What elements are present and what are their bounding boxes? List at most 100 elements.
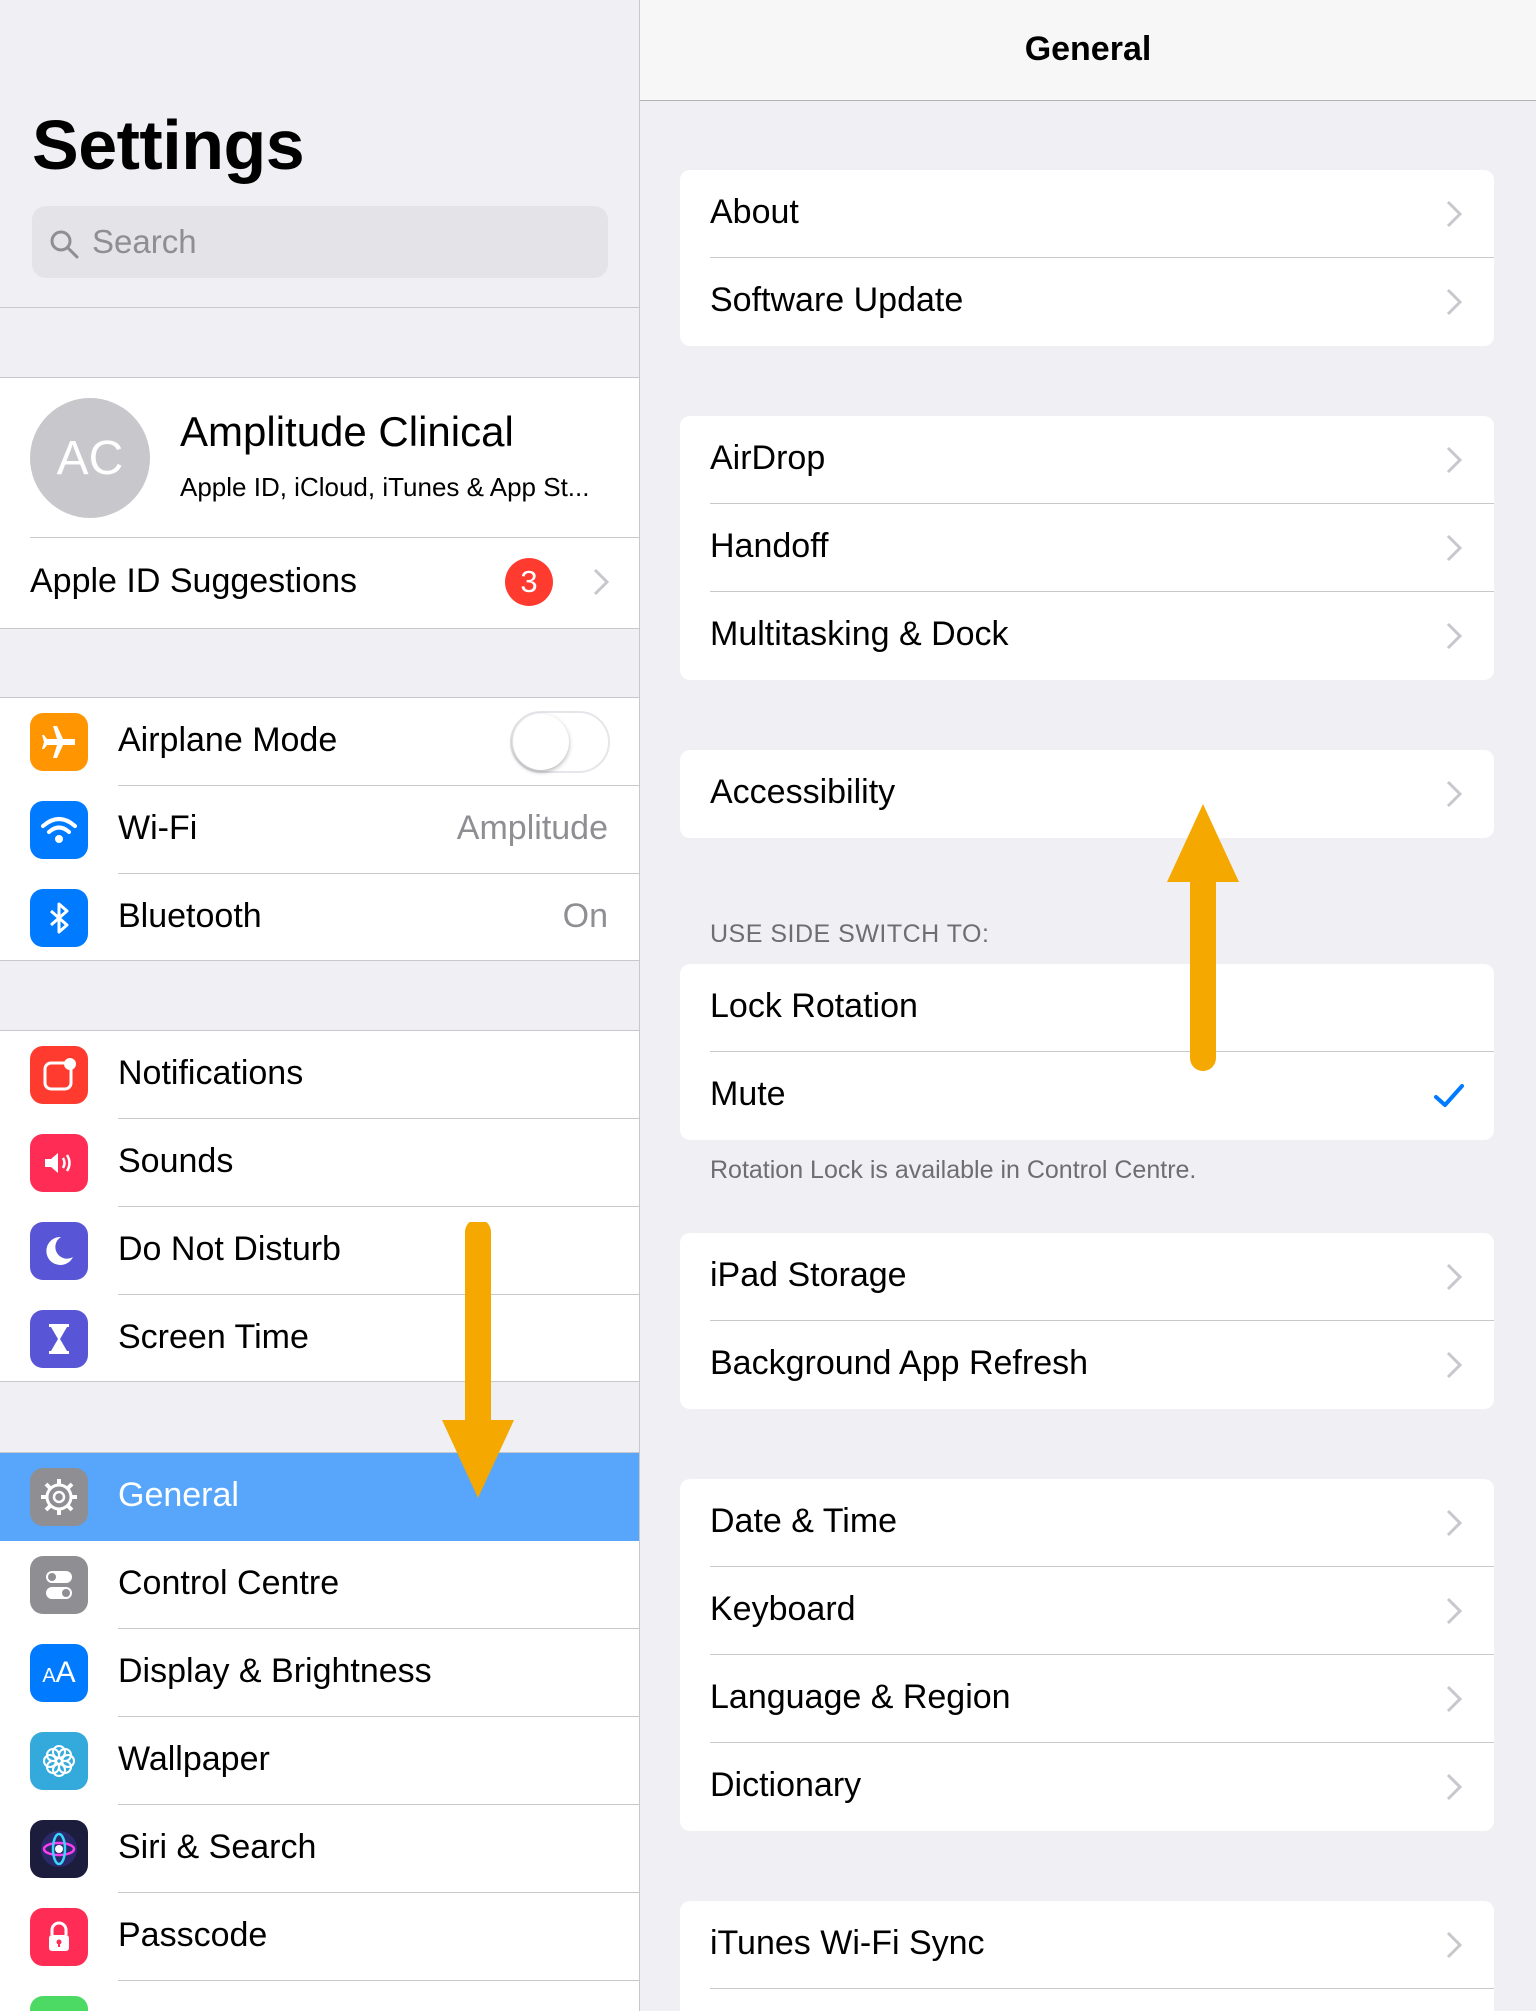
sidebar-item-general[interactable]: General (0, 1453, 640, 1541)
siri-search-label: Siri & Search (118, 1828, 317, 1866)
about-label: About (710, 193, 799, 231)
sidebar-item-screen-time[interactable]: Screen Time (0, 1295, 640, 1383)
annotation-arrow-down (442, 1222, 514, 1498)
about-group: About Software Update (680, 170, 1494, 346)
section-header: USE SIDE SWITCH TO: (710, 920, 990, 948)
sidebar-item-sounds[interactable]: Sounds (0, 1119, 640, 1207)
row-handoff[interactable]: Handoff (680, 504, 1494, 592)
search-placeholder: Search (92, 223, 197, 260)
itunes-wifi-sync-label: iTunes Wi-Fi Sync (710, 1924, 985, 1962)
text-size-icon: AA (30, 1644, 88, 1702)
general-detail-pane: General About Software Update AirDrop Ha… (640, 0, 1536, 2011)
notifications-label: Notifications (118, 1054, 304, 1092)
airdrop-label: AirDrop (710, 439, 826, 477)
search-field[interactable]: Search (32, 206, 608, 278)
row-itunes-wifi-sync[interactable]: iTunes Wi-Fi Sync (680, 1901, 1494, 1989)
sidebar-item-passcode[interactable]: Passcode (0, 1893, 640, 1981)
page-title: Settings (32, 106, 305, 184)
chevron-right-icon (1446, 780, 1463, 808)
annotation-arrow-up (1167, 804, 1239, 1071)
connectivity-group: Airplane Mode Wi-Fi Amplitude Bluetooth … (0, 697, 640, 961)
switches-icon (30, 1556, 88, 1614)
chevron-right-icon (1446, 1685, 1463, 1713)
checkmark-icon (1434, 1084, 1464, 1107)
row-date-time[interactable]: Date & Time (680, 1479, 1494, 1567)
background-app-refresh-label: Background App Refresh (710, 1344, 1089, 1382)
chevron-right-icon (1446, 1351, 1463, 1379)
avatar: AC (30, 398, 150, 518)
general-label: General (118, 1476, 239, 1514)
divider (0, 307, 640, 308)
bluetooth-label: Bluetooth (118, 897, 262, 935)
row-about[interactable]: About (680, 170, 1494, 258)
search-icon (50, 230, 79, 259)
row-accessibility[interactable]: Accessibility (680, 750, 1494, 838)
toggle-knob (513, 714, 569, 770)
hourglass-icon (30, 1310, 88, 1368)
account-subtitle: Apple ID, iCloud, iTunes & App St... (180, 472, 590, 502)
sidebar-item-notifications[interactable]: Notifications (0, 1031, 640, 1119)
sidebar-item-siri-search[interactable]: Siri & Search (0, 1805, 640, 1893)
chevron-right-icon (1446, 1597, 1463, 1625)
lock-rotation-label: Lock Rotation (710, 987, 918, 1025)
apple-id-profile-row[interactable]: AC Amplitude Clinical Apple ID, iCloud, … (0, 378, 640, 538)
sidebar-item-control-centre[interactable]: Control Centre (0, 1541, 640, 1629)
row-multitasking-dock[interactable]: Multitasking & Dock (680, 592, 1494, 680)
suggestions-badge: 3 (505, 558, 553, 606)
system-group: General Control Centre AA Display & Brig… (0, 1452, 640, 2011)
chevron-right-icon (1446, 446, 1463, 474)
chevron-right-icon (1446, 1773, 1463, 1801)
option-lock-rotation[interactable]: Lock Rotation (680, 964, 1494, 1052)
sidebar-item-do-not-disturb[interactable]: Do Not Disturb (0, 1207, 640, 1295)
gear-icon (30, 1468, 88, 1526)
speaker-icon (30, 1134, 88, 1192)
airplane-icon (30, 713, 88, 771)
row-ipad-storage[interactable]: iPad Storage (680, 1233, 1494, 1321)
sidebar-item-wallpaper[interactable]: Wallpaper (0, 1717, 640, 1805)
sidebar-item-partial (0, 1981, 640, 2011)
siri-icon (30, 1820, 88, 1878)
keyboard-label: Keyboard (710, 1590, 856, 1628)
battery-icon (30, 1996, 88, 2011)
sidebar-item-wifi[interactable]: Wi-Fi Amplitude (0, 786, 640, 874)
section-footer: Rotation Lock is available in Control Ce… (710, 1156, 1197, 1184)
row-dictionary[interactable]: Dictionary (680, 1743, 1494, 1831)
chevron-right-icon (1446, 288, 1463, 316)
notifications-icon (30, 1046, 88, 1104)
row-airdrop[interactable]: AirDrop (680, 416, 1494, 504)
lock-icon (30, 1908, 88, 1966)
accessibility-label: Accessibility (710, 773, 896, 811)
wifi-value: Amplitude (456, 809, 608, 847)
account-name: Amplitude Clinical (180, 408, 514, 455)
flower-icon (30, 1732, 88, 1790)
airplane-mode-toggle[interactable] (510, 711, 610, 773)
dictionary-label: Dictionary (710, 1766, 862, 1804)
bluetooth-value: On (562, 897, 608, 935)
passcode-label: Passcode (118, 1916, 268, 1954)
wifi-label: Wi-Fi (118, 809, 198, 847)
nav-bar: General (640, 0, 1536, 101)
software-update-label: Software Update (710, 281, 964, 319)
date-time-label: Date & Time (710, 1502, 898, 1540)
continuity-group: AirDrop Handoff Multitasking & Dock (680, 416, 1494, 680)
row-language-region[interactable]: Language & Region (680, 1655, 1494, 1743)
chevron-right-icon (1446, 534, 1463, 562)
row-keyboard[interactable]: Keyboard (680, 1567, 1494, 1655)
sidebar-item-bluetooth[interactable]: Bluetooth On (0, 874, 640, 962)
sync-group: iTunes Wi-Fi Sync (680, 1901, 1494, 2011)
row-software-update[interactable]: Software Update (680, 258, 1494, 346)
apple-id-suggestions-row[interactable]: Apple ID Suggestions 3 (0, 538, 640, 626)
side-switch-group: Lock Rotation Mute (680, 964, 1494, 1140)
chevron-right-icon (1446, 622, 1463, 650)
wallpaper-label: Wallpaper (118, 1740, 270, 1778)
bluetooth-icon (30, 889, 88, 947)
control-centre-label: Control Centre (118, 1564, 340, 1602)
alerts-group: Notifications Sounds Do Not Disturb Scre… (0, 1030, 640, 1382)
apple-id-group: AC Amplitude Clinical Apple ID, iCloud, … (0, 377, 640, 629)
handoff-label: Handoff (710, 527, 829, 565)
screen-time-label: Screen Time (118, 1318, 309, 1356)
sidebar-item-display-brightness[interactable]: AA Display & Brightness (0, 1629, 640, 1717)
option-mute[interactable]: Mute (680, 1052, 1494, 1140)
moon-icon (30, 1222, 88, 1280)
row-background-app-refresh[interactable]: Background App Refresh (680, 1321, 1494, 1409)
